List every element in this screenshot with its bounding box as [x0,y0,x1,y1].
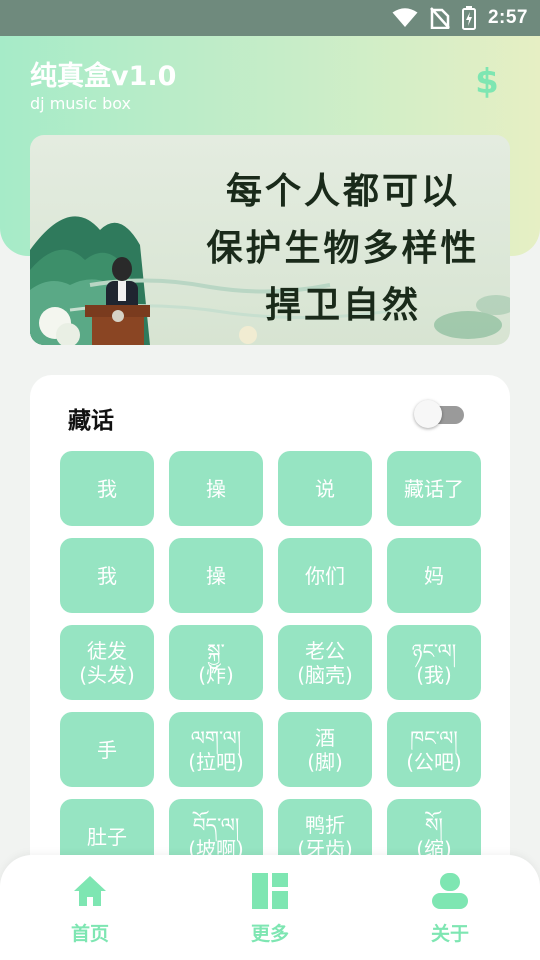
bottom-nav: 首页 更多 关于 [0,855,540,960]
phrase-button[interactable]: ལག་ལ། (拉吧) [169,712,263,787]
phrase-button[interactable]: ཁང་ལ། (公吧) [387,712,481,787]
nav-item-about[interactable]: 关于 [400,871,500,951]
phrase-button[interactable]: ཉང་ལ། (我) [387,625,481,700]
phrase-button[interactable]: 说 [278,451,372,526]
home-icon [74,876,106,906]
dollar-icon[interactable]: $ [470,62,504,102]
nav-item-more[interactable]: 更多 [220,871,320,951]
phrase-button[interactable]: 手 [60,712,154,787]
wifi-icon [392,8,418,28]
status-time: 2:57 [487,7,528,28]
nav-label: 首页 [70,923,109,945]
toggle-thumb [414,400,442,428]
section-title: 藏话 [68,408,114,434]
nav-label: 关于 [430,923,469,945]
phrase-button[interactable]: 我 [60,451,154,526]
section-toggle[interactable] [414,400,466,428]
banner-line: 保护生物多样性 [206,227,480,269]
banner-image[interactable]: 每个人都可以 保护生物多样性 捍卫自然 [30,135,510,345]
phrase-button[interactable]: 妈 [387,538,481,613]
app-subtitle: dj music box [30,94,131,113]
phrase-button[interactable]: 你们 [278,538,372,613]
nav-label: 更多 [250,923,289,945]
no-sim-icon [430,7,450,29]
phrase-button[interactable]: 徒发 (头发) [60,625,154,700]
phrase-button[interactable]: 藏话了 [387,451,481,526]
phrase-button[interactable]: 老公 (脑壳) [278,625,372,700]
dashboard-icon [252,873,288,909]
phrase-button[interactable]: 我 [60,538,154,613]
battery-icon [461,6,476,30]
phrase-button[interactable]: 酒 (脚) [278,712,372,787]
banner-caption: 每个人都可以 保护生物多样性 捍卫自然 [188,163,498,334]
status-bar: 2:57 [0,0,540,36]
banner-line: 每个人都可以 [225,170,460,212]
person-icon [432,873,468,909]
nav-item-home[interactable]: 首页 [40,871,140,951]
app-title: 纯真盒v1.0 [30,61,177,92]
phrase-button[interactable]: 操 [169,538,263,613]
phrase-card: 藏话 我 操 说 藏话了 我 操 你们 妈 徒发 (头发) སྐྱ་ (炸) 老… [30,375,510,935]
phrase-button[interactable]: 操 [169,451,263,526]
banner-line: 捍卫自然 [264,284,421,326]
phrase-button[interactable]: སྐྱ་ (炸) [169,625,263,700]
